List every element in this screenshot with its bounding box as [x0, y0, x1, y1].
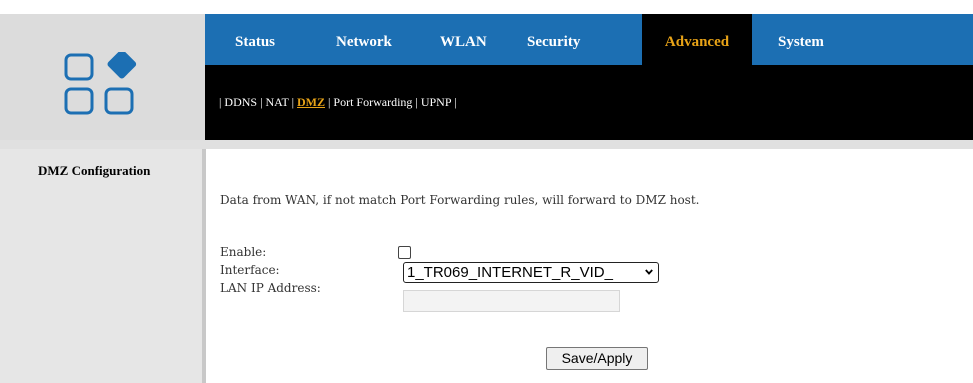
page-description: Data from WAN, if not match Port Forward…: [220, 193, 700, 207]
logo-icon: [64, 52, 137, 115]
sub-nav: | DDNS | NAT | DMZ | Port Forwarding | U…: [205, 65, 973, 140]
sub-nav-item-nat[interactable]: NAT: [265, 95, 288, 109]
sub-nav-separator: |: [219, 95, 222, 109]
sub-nav-separator: |: [454, 95, 457, 109]
save-apply-button[interactable]: Save/Apply: [546, 347, 648, 370]
interface-select[interactable]: 1_TR069_INTERNET_R_VID_: [403, 262, 659, 283]
interface-select-value: 1_TR069_INTERNET_R_VID_: [407, 264, 613, 281]
tab-status[interactable]: Status: [235, 14, 275, 65]
chevron-down-icon: [645, 269, 653, 275]
tab-wlan[interactable]: WLAN: [440, 14, 487, 65]
tab-network[interactable]: Network: [336, 14, 392, 65]
tab-security[interactable]: Security: [527, 14, 580, 65]
top-border: [0, 0, 973, 5]
sub-nav-separator: |: [291, 95, 295, 109]
sub-nav-links: | DDNS | NAT | DMZ | Port Forwarding | U…: [219, 95, 456, 110]
interface-label: Interface:: [220, 263, 280, 277]
sub-nav-item-ddns[interactable]: DDNS: [224, 95, 257, 109]
lan-ip-label: LAN IP Address:: [220, 281, 321, 295]
enable-label: Enable:: [220, 245, 267, 259]
sub-nav-item-upnp[interactable]: UPNP: [421, 95, 451, 109]
sidebar-item-dmz-configuration[interactable]: DMZ Configuration: [38, 163, 150, 179]
logo-area: [0, 14, 205, 140]
main-nav: Status Network WLAN Security Advanced Sy…: [205, 14, 973, 65]
tab-advanced[interactable]: Advanced: [642, 14, 752, 65]
sub-nav-item-port-forwarding[interactable]: Port Forwarding: [333, 95, 412, 109]
sub-nav-separator: |: [328, 95, 331, 109]
sub-nav-separator: |: [415, 95, 418, 109]
section-divider: [0, 140, 973, 149]
enable-checkbox[interactable]: [398, 246, 411, 259]
sub-nav-item-dmz[interactable]: DMZ: [297, 95, 325, 109]
sub-nav-separator: |: [260, 95, 263, 109]
tab-system[interactable]: System: [778, 14, 824, 65]
lan-ip-input[interactable]: [403, 290, 620, 312]
